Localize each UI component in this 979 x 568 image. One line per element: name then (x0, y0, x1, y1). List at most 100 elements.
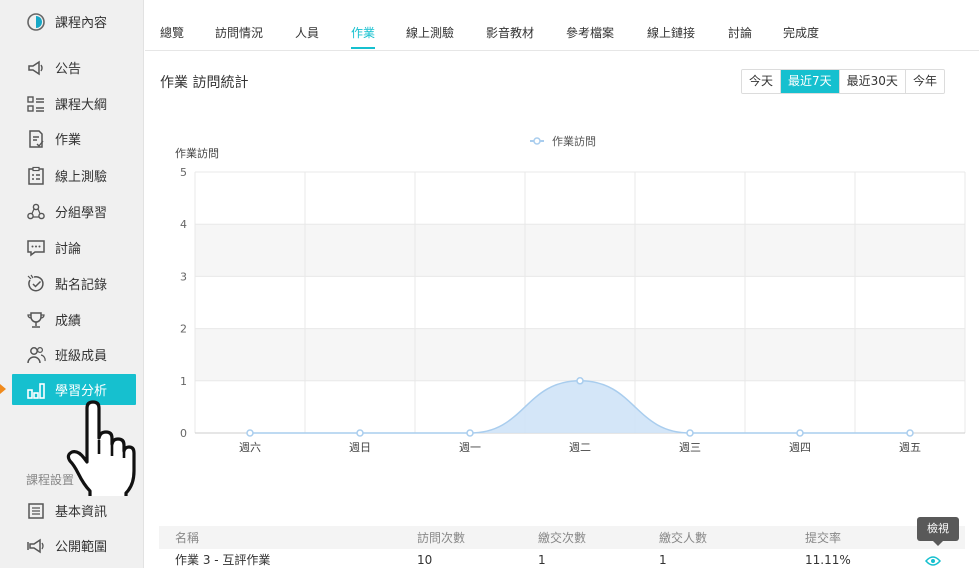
sidebar-item-outline[interactable]: 課程大綱 (12, 88, 136, 119)
view-tooltip: 檢視 (917, 517, 959, 546)
legend-marker (533, 137, 541, 145)
sidebar-item-label: 基本資訊 (55, 505, 108, 520)
tab-media[interactable]: 影音教材 (486, 24, 534, 41)
column-header-name: 名稱 (175, 531, 200, 545)
sidebar-item-label: 成績 (55, 314, 82, 329)
sidebar-item-label: 公告 (55, 62, 82, 77)
row-visits: 10 (417, 552, 433, 567)
sidebar-item-class-members[interactable]: 班級成員 (12, 339, 136, 370)
sidebar-item-label: 課程大綱 (55, 98, 108, 113)
column-header-visits: 訪問次數 (417, 531, 466, 545)
sidebar-item-discussion[interactable]: 討論 (12, 232, 136, 263)
sidebar-item-announcement[interactable]: 公告 (12, 52, 136, 83)
data-point (466, 429, 474, 437)
sidebar-item-label: 公開範圍 (55, 540, 108, 555)
homework-icon (26, 129, 46, 149)
tab-overview[interactable]: 總覽 (160, 24, 184, 41)
data-point (576, 377, 584, 385)
homework-visits-chart: 012345作業訪問作業訪問週六 週日 週一 週二 週三 週四 週五 (175, 134, 966, 454)
row-rate: 11.11% (805, 552, 851, 567)
eye-icon[interactable] (925, 556, 941, 566)
sidebar-item-basic-info[interactable]: 基本資訊 (12, 495, 136, 526)
row-name: 作業 3 - 互評作業 (175, 553, 271, 567)
range-last-7-days-button[interactable]: 最近7天 (781, 70, 840, 93)
column-header-submissions: 繳交次數 (538, 531, 587, 545)
table-header: 名稱 訪問次數 繳交次數 繳交人數 提交率 (159, 526, 965, 549)
outline-list-icon (26, 94, 46, 114)
x-tick-label: 週二 (569, 441, 591, 454)
chat-bubble-icon (26, 238, 46, 258)
sidebar-item-label: 分組學習 (55, 206, 108, 221)
tab-online-test[interactable]: 線上測驗 (406, 24, 454, 41)
sidebar-item-label: 線上測驗 (55, 170, 108, 185)
tab-completion[interactable]: 完成度 (783, 24, 819, 41)
homework-stats-table: 名稱 訪問次數 繳交次數 繳交人數 提交率 作業 3 - 互評作業 10 1 1… (159, 526, 965, 568)
column-header-rate: 提交率 (805, 531, 842, 545)
range-this-year-button[interactable]: 今年 (905, 70, 944, 93)
data-point (906, 429, 914, 437)
x-tick-label: 週六 (239, 441, 261, 454)
group-learning-icon (26, 202, 46, 222)
legend-label: 作業訪問 (552, 134, 596, 148)
sidebar-item-label: 課程內容 (55, 16, 108, 31)
active-tab-underline (351, 47, 375, 49)
range-last-30-days-button[interactable]: 最近30天 (839, 70, 906, 93)
y-tick-label: 5 (180, 166, 187, 179)
x-tick-label: 週四 (789, 441, 811, 454)
tab-online-links[interactable]: 線上鏈接 (647, 24, 695, 41)
row-submissions: 1 (538, 552, 546, 567)
sidebar-item-label: 討論 (55, 242, 82, 257)
x-tick-label: 週日 (349, 441, 371, 454)
tab-reference-files[interactable]: 參考檔案 (566, 24, 614, 41)
broadcast-icon (26, 536, 46, 556)
tab-people[interactable]: 人員 (295, 24, 319, 41)
row-submitters: 1 (659, 552, 667, 567)
sidebar-item-homework[interactable]: 作業 (12, 123, 136, 154)
sidebar-item-label: 學習分析 (55, 384, 108, 399)
y-tick-label: 0 (180, 427, 187, 440)
x-tick-label: 週一 (459, 441, 481, 454)
tab-homework[interactable]: 作業 (351, 24, 375, 41)
y-tick-label: 2 (180, 323, 187, 336)
series-area (250, 380, 910, 433)
roll-call-icon (26, 274, 46, 294)
column-header-submitters: 繳交人數 (659, 531, 708, 545)
bar-analytics-icon (26, 380, 46, 400)
sidebar-item-course-content[interactable]: 課程內容 (12, 6, 136, 37)
course-content-icon (26, 12, 46, 32)
sidebar-item-group-learning[interactable]: 分組學習 (12, 196, 136, 227)
data-point (356, 429, 364, 437)
members-icon (26, 345, 46, 365)
x-tick-label: 週三 (679, 441, 701, 454)
tab-bar: 總覽 訪問情況 人員 作業 線上測驗 影音教材 參考檔案 線上鏈接 討論 完成度 (145, 0, 979, 51)
active-indicator-arrow (0, 384, 6, 394)
clipboard-test-icon (26, 166, 46, 186)
sidebar-item-grades[interactable]: 成績 (12, 304, 136, 335)
sidebar-item-label: 班級成員 (55, 349, 108, 364)
data-point (686, 429, 694, 437)
app-root: 課程內容 公告 課程大綱 作業 線上測驗 分組學習 討論 點名記錄 成績 班級成… (0, 0, 979, 568)
grid-band (195, 328, 965, 381)
y-tick-label: 4 (180, 218, 187, 231)
y-tick-label: 3 (180, 270, 187, 283)
tab-visit-status[interactable]: 訪問情況 (215, 24, 263, 41)
table-row[interactable]: 作業 3 - 互評作業 10 1 1 11.11% (159, 549, 965, 568)
sidebar-item-label: 點名記錄 (55, 278, 108, 293)
sidebar-item-roll-call[interactable]: 點名記錄 (12, 268, 136, 299)
trophy-icon (26, 310, 46, 330)
y-tick-label: 1 (180, 375, 187, 388)
range-today-button[interactable]: 今天 (742, 70, 782, 93)
data-point (796, 429, 804, 437)
info-doc-icon (26, 501, 46, 521)
data-point (246, 429, 254, 437)
sidebar: 課程內容 公告 課程大綱 作業 線上測驗 分組學習 討論 點名記錄 成績 班級成… (0, 0, 144, 568)
sidebar-item-label: 作業 (55, 133, 82, 148)
x-tick-label: 週五 (899, 441, 921, 454)
y-axis-label: 作業訪問 (175, 146, 219, 160)
sidebar-item-online-test[interactable]: 線上測驗 (12, 160, 136, 191)
date-range-selector: 今天 最近7天 最近30天 今年 (741, 69, 945, 94)
sidebar-item-public-scope[interactable]: 公開範圍 (12, 530, 136, 561)
grid-band (195, 224, 965, 277)
pointer-hand-icon (66, 400, 136, 496)
tab-discussion[interactable]: 討論 (728, 24, 752, 41)
